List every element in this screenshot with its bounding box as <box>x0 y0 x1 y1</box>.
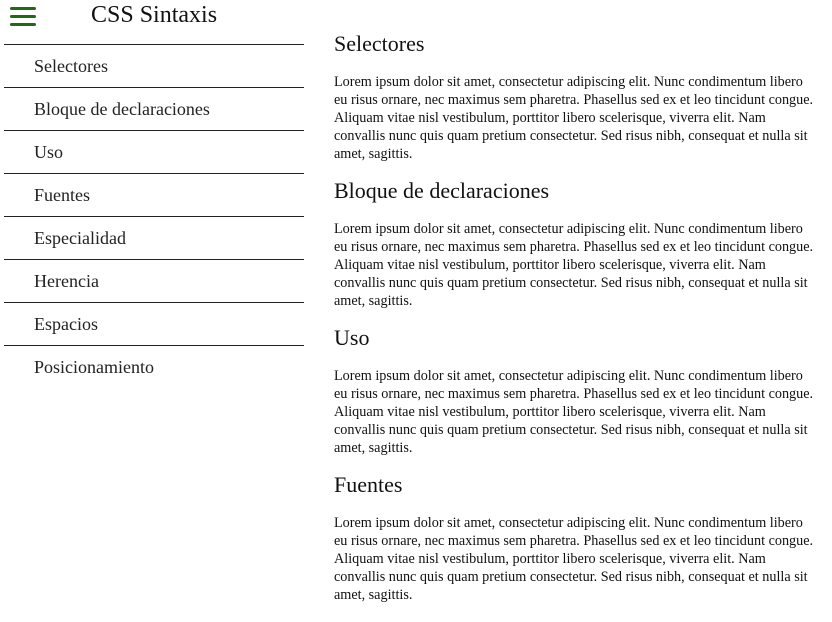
page: CSS Sintaxis Selectores Bloque de declar… <box>0 0 832 622</box>
hamburger-bar-top <box>10 7 36 10</box>
sidebar-item-selectores[interactable]: Selectores <box>4 45 304 88</box>
hamburger-bar-middle <box>10 15 36 18</box>
sidebar-item-herencia[interactable]: Herencia <box>4 260 304 303</box>
sidebar-item-fuentes[interactable]: Fuentes <box>4 174 304 217</box>
sidebar-item-bloque-de-declaraciones[interactable]: Bloque de declaraciones <box>4 88 304 131</box>
section-selectores: Selectores Lorem ipsum dolor sit amet, c… <box>334 30 814 163</box>
section-heading: Bloque de declaraciones <box>334 178 550 203</box>
sidebar-item-posicionamiento[interactable]: Posicionamiento <box>4 346 304 388</box>
sidebar-header: CSS Sintaxis <box>4 0 304 45</box>
section-heading: Selectores <box>334 31 425 56</box>
section-uso: Uso Lorem ipsum dolor sit amet, consecte… <box>334 324 814 457</box>
site-title: CSS Sintaxis <box>91 2 218 28</box>
section-paragraph: Lorem ipsum dolor sit amet, consectetur … <box>334 515 814 603</box>
sidebar-item-espacios[interactable]: Espacios <box>4 303 304 346</box>
section-heading: Uso <box>334 325 370 350</box>
sidebar: CSS Sintaxis Selectores Bloque de declar… <box>4 0 304 388</box>
sidebar-nav: Selectores Bloque de declaraciones Uso F… <box>4 45 304 388</box>
sidebar-item-especialidad[interactable]: Especialidad <box>4 217 304 260</box>
section-fuentes: Fuentes Lorem ipsum dolor sit amet, cons… <box>334 471 814 604</box>
hamburger-menu-icon[interactable] <box>10 5 36 27</box>
section-paragraph: Lorem ipsum dolor sit amet, consectetur … <box>334 368 814 456</box>
hamburger-bar-bottom <box>10 23 36 26</box>
section-heading: Fuentes <box>334 472 403 497</box>
section-paragraph: Lorem ipsum dolor sit amet, consectetur … <box>334 74 814 162</box>
section-bloque-de-declaraciones: Bloque de declaraciones Lorem ipsum dolo… <box>334 177 814 310</box>
main-content: Selectores Lorem ipsum dolor sit amet, c… <box>334 30 814 604</box>
section-paragraph: Lorem ipsum dolor sit amet, consectetur … <box>334 221 814 309</box>
sidebar-item-uso[interactable]: Uso <box>4 131 304 174</box>
